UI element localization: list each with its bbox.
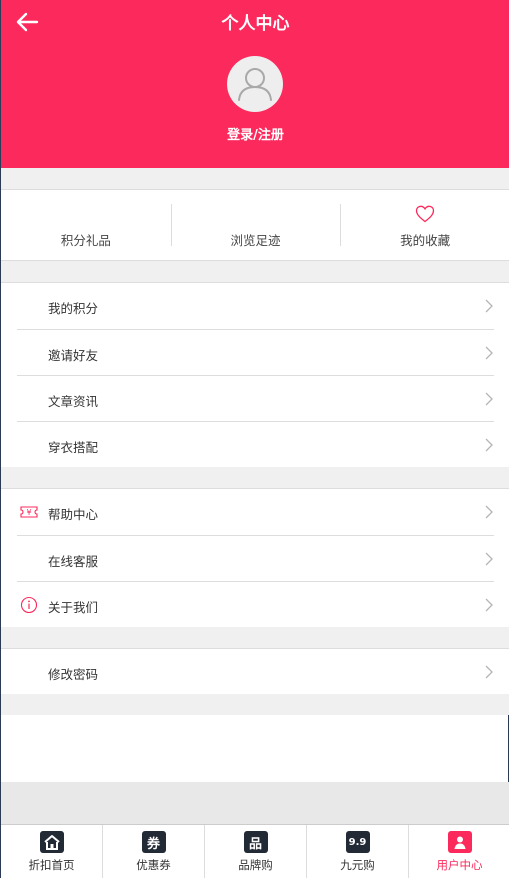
nav-label: 优惠券 (136, 858, 171, 872)
quick-link-label: 我的收藏 (400, 233, 451, 248)
nav-item-user-center[interactable]: 用户中心 (408, 825, 509, 878)
user-center-icon (447, 831, 472, 853)
nav-label: 品牌购 (238, 858, 273, 872)
brand-icon: 品 (243, 831, 268, 853)
quick-link-points-gifts[interactable]: 积分礼品 (1, 190, 171, 260)
menu-item-help-center[interactable]: ¥ 帮助中心 (17, 489, 494, 535)
menu-item-label: 文章资讯 (48, 394, 99, 409)
quick-links: 积分礼品 浏览足迹 我的收藏 (1, 189, 509, 261)
profile-header: 个人中心 登录/注册 (1, 0, 509, 168)
footer-gap (1, 782, 509, 824)
menu-group-security: 修改密码 (1, 648, 509, 696)
quick-link-history[interactable]: 浏览足迹 (170, 190, 341, 260)
chevron-right-icon (485, 299, 493, 313)
chevron-right-icon (485, 598, 493, 612)
menu-item-articles[interactable]: 文章资讯 (17, 375, 494, 421)
nav-item-brands[interactable]: 品 品牌购 (204, 825, 306, 878)
menu-group-account: 我的积分 邀请好友 文章资讯 穿衣搭配 (1, 282, 509, 468)
chevron-right-icon (485, 552, 493, 566)
quick-link-favorites[interactable]: 我的收藏 (340, 190, 509, 260)
heart-outline-icon (416, 205, 435, 223)
menu-item-label: 邀请好友 (48, 348, 99, 363)
bottom-nav: 折扣首页 券 优惠券 品 品牌购 9.9 九元购 用户中心 (1, 824, 509, 878)
section-gap (1, 694, 509, 715)
svg-text:¥: ¥ (26, 508, 31, 517)
user-placeholder-icon (238, 68, 272, 101)
menu-item-label: 修改密码 (48, 667, 99, 682)
chevron-right-icon (485, 505, 493, 519)
page-title: 个人中心 (221, 14, 290, 34)
nav-label: 九元购 (340, 858, 375, 872)
nine-nine-icon: 9.9 (345, 831, 370, 853)
login-register-link[interactable]: 登录/注册 (1, 124, 509, 143)
section-gap (1, 168, 509, 189)
menu-item-my-points[interactable]: 我的积分 (17, 283, 494, 329)
section-gap (1, 467, 509, 488)
menu-item-label: 我的积分 (48, 301, 99, 316)
menu-item-about-us[interactable]: 关于我们 (17, 581, 494, 627)
quick-link-label: 浏览足迹 (230, 233, 281, 248)
ticket-yen-icon: ¥ (20, 506, 38, 518)
menu-item-label: 在线客服 (48, 554, 99, 569)
menu-item-label: 帮助中心 (48, 507, 99, 522)
section-gap (1, 627, 509, 648)
nav-item-home[interactable]: 折扣首页 (1, 825, 102, 878)
chevron-right-icon (485, 392, 493, 406)
quick-link-label: 积分礼品 (60, 233, 111, 248)
menu-item-label: 穿衣搭配 (48, 440, 99, 455)
info-circle-icon (20, 596, 38, 614)
chevron-right-icon (485, 438, 493, 452)
section-gap (1, 261, 509, 282)
nav-label: 用户中心 (436, 858, 483, 872)
menu-item-outfits[interactable]: 穿衣搭配 (17, 421, 494, 467)
menu-item-invite-friends[interactable]: 邀请好友 (17, 329, 494, 375)
chevron-right-icon (485, 665, 493, 679)
menu-item-change-password[interactable]: 修改密码 (17, 649, 494, 695)
nav-label: 折扣首页 (28, 858, 75, 872)
chevron-right-icon (485, 346, 493, 360)
avatar[interactable] (227, 56, 283, 112)
coupon-icon: 券 (141, 831, 166, 853)
nav-item-coupons[interactable]: 券 优惠券 (102, 825, 204, 878)
menu-item-label: 关于我们 (48, 600, 99, 615)
home-icon (39, 831, 64, 853)
menu-item-online-service[interactable]: 在线客服 (17, 535, 494, 581)
menu-group-help: ¥ 帮助中心 在线客服 关于我们 (1, 488, 509, 628)
nav-item-nine-yuan[interactable]: 9.9 九元购 (306, 825, 408, 878)
